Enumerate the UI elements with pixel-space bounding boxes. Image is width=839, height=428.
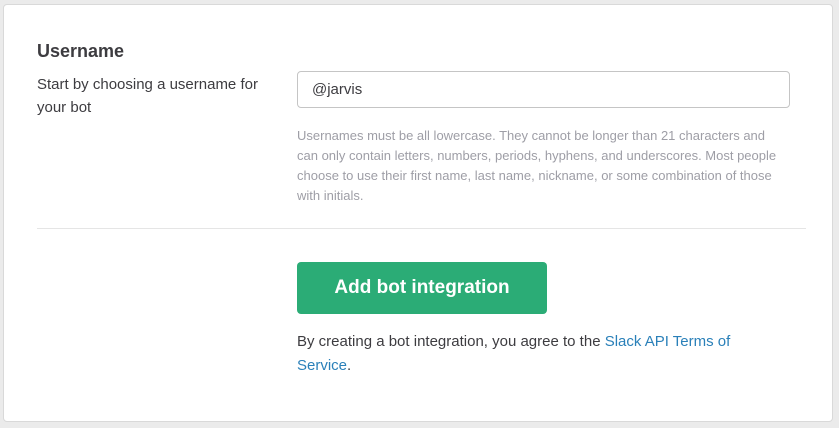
bot-settings-card: Username Start by choosing a username fo…	[3, 4, 833, 422]
terms-prefix: By creating a bot integration, you agree…	[297, 333, 605, 350]
username-input-wrapper[interactable]	[297, 71, 790, 108]
username-hint: Usernames must be all lowercase. They ca…	[297, 128, 777, 203]
terms-text: By creating a bot integration, you agree…	[297, 330, 767, 378]
add-bot-integration-button[interactable]: Add bot integration	[297, 262, 547, 314]
username-description: Start by choosing a username for your bo…	[37, 76, 258, 116]
username-input[interactable]	[312, 81, 789, 98]
section-divider	[37, 228, 806, 229]
terms-suffix: .	[347, 357, 352, 374]
username-heading: Username	[37, 41, 125, 61]
